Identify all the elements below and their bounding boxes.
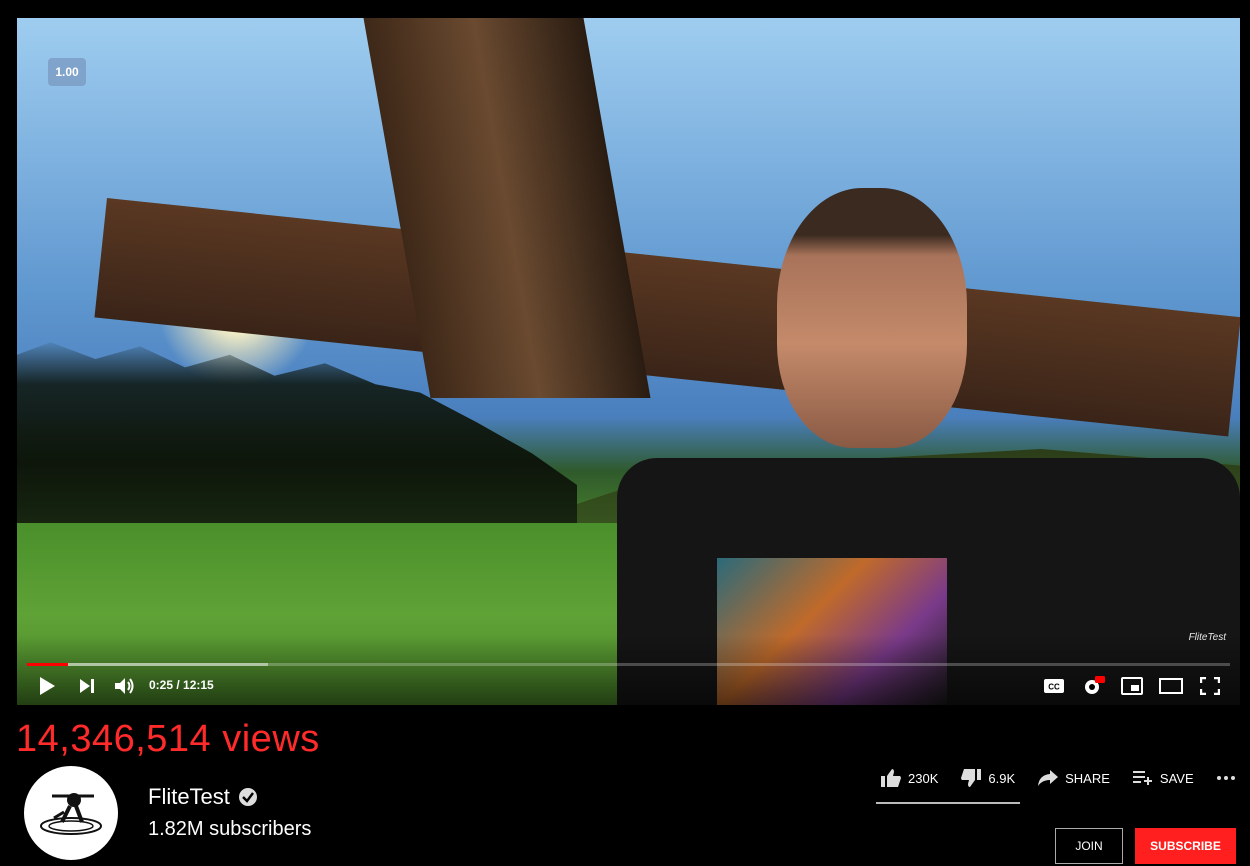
subscribe-button[interactable]: SUBSCRIBE bbox=[1135, 828, 1236, 864]
thumbs-up-icon bbox=[881, 769, 901, 787]
more-horizontal-icon bbox=[1216, 776, 1235, 780]
play-icon bbox=[40, 677, 55, 695]
progress-bar[interactable] bbox=[27, 663, 1230, 666]
playback-speed-badge: 1.00 bbox=[48, 58, 86, 86]
thumbs-down-icon bbox=[961, 769, 982, 787]
like-button[interactable]: 230K bbox=[880, 768, 938, 788]
share-label: SHARE bbox=[1065, 770, 1110, 786]
verified-check-icon bbox=[238, 788, 257, 806]
video-player[interactable]: 1.00 FliteTest 0:25 / 12:15 CC bbox=[17, 18, 1240, 705]
share-arrow-icon bbox=[1038, 770, 1059, 786]
app-window: 1.00 FliteTest 0:25 / 12:15 CC bbox=[0, 0, 1250, 866]
channel-name-row[interactable]: FliteTest bbox=[148, 784, 258, 810]
subscriber-count: 1.82M subscribers bbox=[148, 818, 312, 840]
flitetest-logo-icon bbox=[40, 793, 102, 835]
volume-icon bbox=[115, 678, 134, 694]
save-button[interactable]: SAVE bbox=[1132, 769, 1194, 787]
channel-avatar[interactable] bbox=[24, 766, 118, 860]
save-label: SAVE bbox=[1159, 770, 1194, 786]
video-person-head bbox=[777, 188, 967, 448]
next-icon bbox=[80, 679, 94, 693]
miniplayer-button[interactable] bbox=[1119, 673, 1145, 699]
dislike-button[interactable]: 6.9K bbox=[960, 768, 1015, 788]
progress-played bbox=[27, 663, 68, 666]
settings-button[interactable] bbox=[1079, 673, 1109, 699]
svg-text:CC: CC bbox=[1048, 683, 1060, 692]
share-button[interactable]: SHARE bbox=[1037, 769, 1110, 787]
next-button[interactable] bbox=[73, 673, 101, 699]
settings-icon bbox=[1085, 676, 1105, 694]
captions-icon: CC bbox=[1044, 679, 1064, 693]
join-button[interactable]: JOIN bbox=[1055, 828, 1123, 864]
like-ratio-bar bbox=[876, 802, 1020, 804]
dislike-count: 6.9K bbox=[988, 770, 1016, 786]
time-display: 0:25 / 12:15 bbox=[149, 678, 214, 692]
fullscreen-icon bbox=[1200, 677, 1220, 695]
captions-button[interactable]: CC bbox=[1041, 673, 1067, 699]
video-actions: 230K 6.9K SHARE SAVE bbox=[880, 768, 1250, 788]
view-count: 14,346,514 views bbox=[16, 718, 320, 760]
volume-button[interactable] bbox=[111, 673, 139, 699]
miniplayer-icon bbox=[1121, 677, 1143, 695]
play-button[interactable] bbox=[33, 673, 61, 699]
channel-name[interactable]: FliteTest bbox=[148, 784, 230, 810]
theater-mode-button[interactable] bbox=[1157, 673, 1185, 699]
fullscreen-button[interactable] bbox=[1197, 673, 1223, 699]
playlist-add-icon bbox=[1132, 771, 1152, 785]
like-count: 230K bbox=[908, 770, 939, 786]
more-actions-button[interactable] bbox=[1216, 775, 1236, 781]
theater-icon bbox=[1159, 678, 1183, 694]
